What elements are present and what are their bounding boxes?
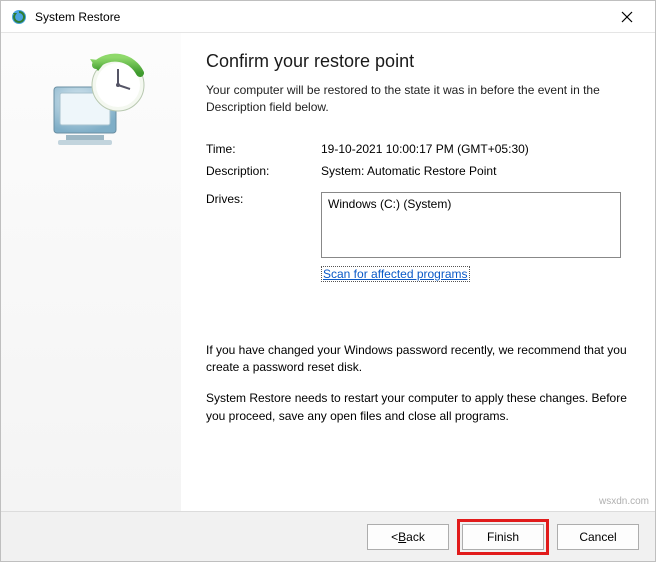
wizard-content: Confirm your restore point Your computer… (181, 33, 655, 511)
wizard-sidebar (1, 33, 181, 511)
close-button[interactable] (607, 3, 647, 31)
drives-listbox[interactable]: Windows (C:) (System) (321, 192, 621, 258)
window-title: System Restore (35, 10, 607, 24)
system-restore-icon (11, 9, 27, 25)
scan-affected-programs-link[interactable]: Scan for affected programs (321, 266, 470, 282)
finish-button[interactable]: Finish (462, 524, 544, 550)
description-label: Description: (206, 164, 321, 178)
restart-note: System Restore needs to restart your com… (206, 390, 627, 425)
intro-text: Your computer will be restored to the st… (206, 82, 627, 116)
drives-item[interactable]: Windows (C:) (System) (328, 197, 614, 211)
password-note: If you have changed your Windows passwor… (206, 342, 627, 377)
wizard-footer: < Back Finish Cancel (1, 511, 655, 561)
page-heading: Confirm your restore point (206, 51, 627, 72)
description-value: System: Automatic Restore Point (321, 164, 627, 178)
system-restore-illustration-icon (36, 53, 156, 163)
time-label: Time: (206, 142, 321, 156)
drives-label: Drives: (206, 192, 321, 258)
watermark: wsxdn.com (599, 496, 649, 507)
close-icon (621, 11, 633, 23)
time-value: 19-10-2021 10:00:17 PM (GMT+05:30) (321, 142, 627, 156)
back-button[interactable]: < Back (367, 524, 449, 550)
cancel-button[interactable]: Cancel (557, 524, 639, 550)
finish-button-highlight: Finish (457, 519, 549, 555)
titlebar: System Restore (1, 1, 655, 33)
